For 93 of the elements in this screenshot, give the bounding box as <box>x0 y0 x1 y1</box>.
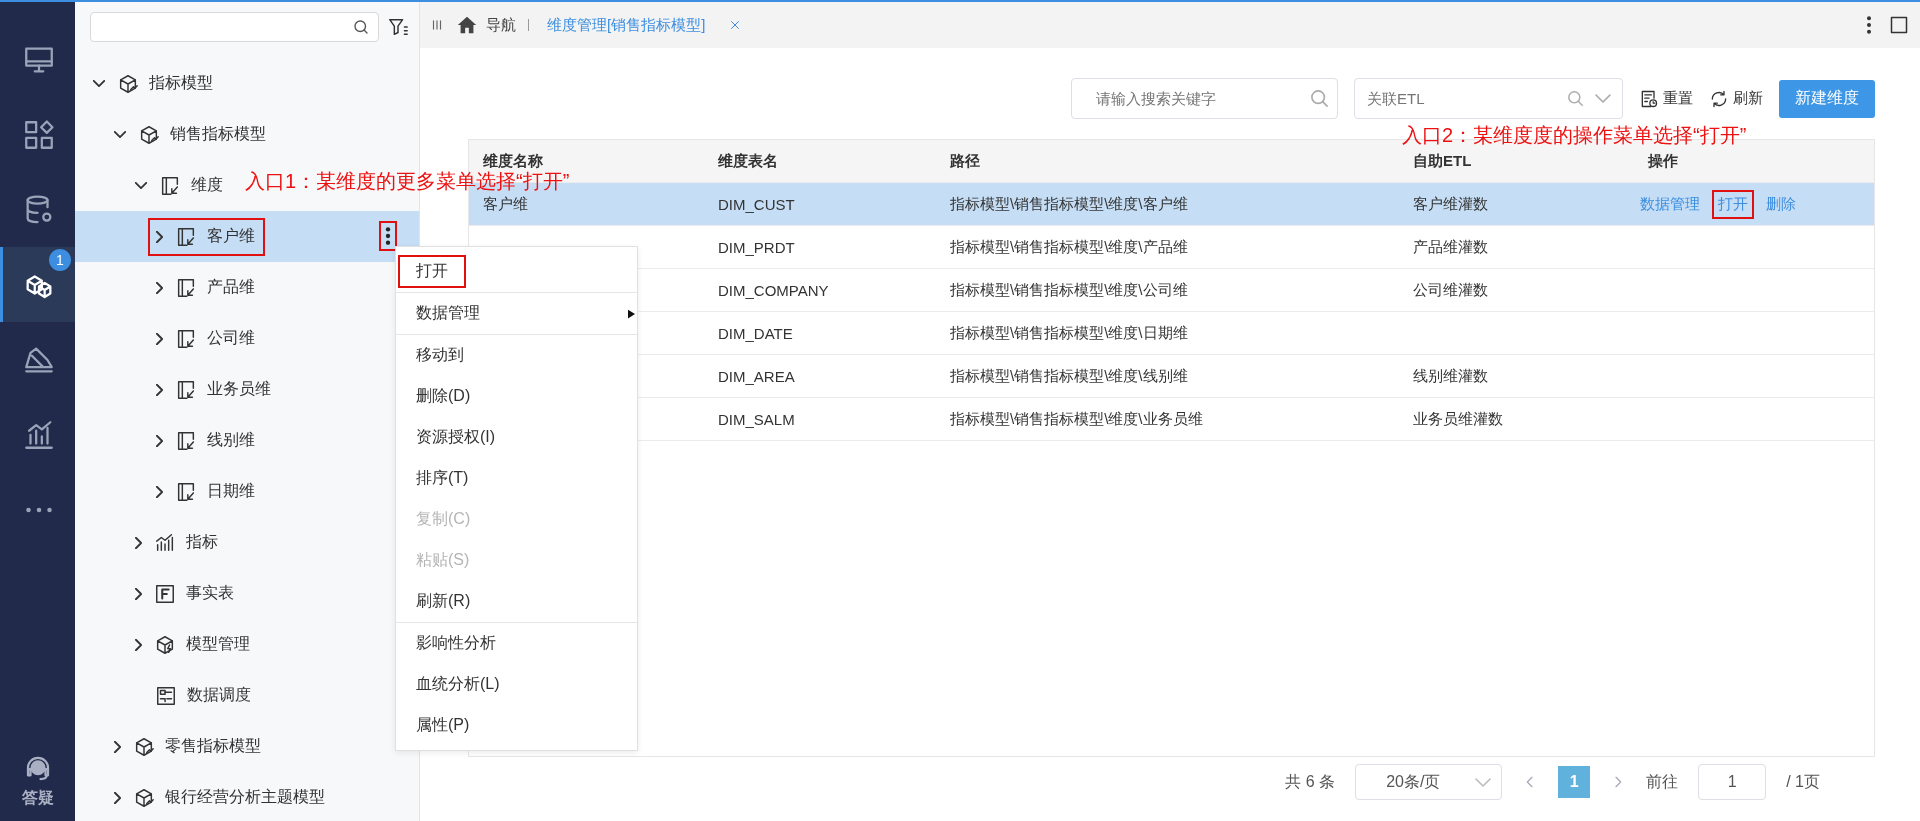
menu-item[interactable]: 资源授权(I) <box>396 417 637 458</box>
search-icon <box>352 18 370 36</box>
tree-item[interactable]: 模型管理 <box>127 625 260 664</box>
home-link[interactable]: 导航 <box>456 14 516 36</box>
search-icon <box>1311 90 1328 107</box>
apps-icon <box>22 117 56 152</box>
search-icon <box>1568 91 1583 106</box>
page-size-select[interactable]: 20条/页 <box>1355 764 1503 800</box>
menu-item[interactable]: 影响性分析 <box>396 623 637 664</box>
tree-item[interactable]: 银行经营分析主题模型 <box>106 778 335 817</box>
document-clock-icon <box>1639 88 1659 109</box>
dimension-icon <box>175 276 197 299</box>
reset-button[interactable]: 重置 <box>1639 88 1693 109</box>
table-cell-text: DIM_DATE <box>717 324 794 342</box>
menu-item[interactable]: 打开 <box>396 251 637 293</box>
filter-icon[interactable] <box>387 16 409 38</box>
tree-search-field[interactable] <box>90 12 379 42</box>
table-cell-text: 指标模型\销售指标模型\维度\线别维 <box>949 366 1189 386</box>
table-cell-text: 客户维 <box>482 194 529 214</box>
tree-item[interactable]: 零售指标模型 <box>106 727 271 766</box>
menu-item[interactable]: 排序(T) <box>396 458 637 499</box>
cube-icon <box>138 123 160 146</box>
column-header: 自助ETL <box>1412 151 1473 171</box>
more-vertical-icon <box>385 226 391 246</box>
table-cell-text: DIM_AREA <box>717 367 796 385</box>
menu-item[interactable]: 删除(D) <box>396 376 637 417</box>
tree-item[interactable]: 销售指标模型 <box>106 115 276 154</box>
tree-item[interactable]: 公司维 <box>148 319 265 358</box>
table-cell-text: 线别维灌数 <box>1412 366 1489 386</box>
table-cell-text: 客户维灌数 <box>1412 194 1489 214</box>
column-header: 操作 <box>1647 151 1679 171</box>
column-header: 路径 <box>949 151 981 171</box>
maximize-icon[interactable] <box>1890 16 1908 34</box>
table-cell-text: 产品维灌数 <box>1412 237 1489 257</box>
goto-page-field[interactable]: 1 <box>1698 764 1767 800</box>
tree-item[interactable]: 事实表 <box>127 574 244 613</box>
tree-item[interactable]: 线别维 <box>148 421 265 460</box>
table-cell-text: 指标模型\销售指标模型\维度\日期维 <box>949 323 1189 343</box>
chevron-down-icon <box>1475 777 1492 787</box>
goto-label: 前往 <box>1646 771 1679 792</box>
table-cell-text: DIM_PRDT <box>717 238 796 256</box>
tree-item[interactable]: 指标模型 <box>85 64 223 103</box>
help-label[interactable]: 答疑 <box>21 788 54 809</box>
f-icon <box>154 582 176 605</box>
refresh-button[interactable]: 刷新 <box>1709 88 1763 109</box>
cube-icon <box>117 72 139 95</box>
table-cell-text: DIM_COMPANY <box>717 281 830 299</box>
search-field[interactable]: 请输入搜索关键字 <box>1071 78 1338 119</box>
table-cell-text: 公司维灌数 <box>1412 280 1489 300</box>
menu-item[interactable]: 刷新(R) <box>396 581 637 623</box>
cube-icon <box>133 786 155 809</box>
total-pages: / 1页 <box>1786 771 1820 792</box>
table-cell-text: 指标模型\销售指标模型\维度\业务员维 <box>949 409 1204 429</box>
schedule-icon <box>155 684 177 707</box>
grip-icon[interactable] <box>430 18 444 32</box>
tree-item[interactable]: 产品维 <box>148 268 265 307</box>
close-icon[interactable] <box>729 19 742 31</box>
tree-item[interactable]: 指标 <box>127 523 228 562</box>
dimension-icon <box>159 174 181 197</box>
total-count: 共 6 条 <box>1285 771 1336 792</box>
tree-item[interactable]: 数据调度 <box>127 676 261 715</box>
dimension-icon <box>175 327 197 350</box>
more-icon <box>25 506 53 513</box>
cube-icon <box>133 735 155 758</box>
dimension-icon <box>175 429 197 452</box>
table-cell-text: 业务员维灌数 <box>1412 409 1504 429</box>
table-cell-text: 指标模型\销售指标模型\维度\客户维 <box>949 194 1189 214</box>
dimension-icon <box>175 225 197 248</box>
refresh-icon <box>1709 88 1729 109</box>
menu-item[interactable]: 数据管理 <box>396 293 637 335</box>
annotation-text: 入口2：某维度度的操作菜单选择“打开” <box>1402 123 1747 148</box>
tree-item[interactable]: 业务员维 <box>148 370 281 409</box>
table-cell-text: 指标模型\销售指标模型\维度\产品维 <box>949 237 1189 257</box>
dimension-icon <box>175 378 197 401</box>
more-vertical-icon[interactable] <box>1866 15 1872 35</box>
notification-badge: 1 <box>49 249 71 271</box>
chevron-down-icon <box>1595 94 1611 103</box>
bar-chart-icon <box>154 531 176 554</box>
home-icon <box>456 14 478 36</box>
column-header: 维度名称 <box>482 151 544 171</box>
menu-item[interactable]: 移动到 <box>396 335 637 376</box>
menu-item[interactable]: 属性(P) <box>396 705 637 746</box>
column-header: 维度表名 <box>717 151 779 171</box>
cube-bolt-icon <box>154 633 176 656</box>
table-cell-text: DIM_SALM <box>717 410 796 428</box>
tree-item[interactable]: 日期维 <box>148 472 265 511</box>
tree-item[interactable]: 维度 <box>127 166 233 205</box>
etl-select[interactable]: 关联ETL <box>1354 78 1623 119</box>
table-cell-text: 指标模型\销售指标模型\维度\公司维 <box>949 280 1189 300</box>
dimension-icon <box>175 480 197 503</box>
menu-item[interactable]: 血统分析(L) <box>396 664 637 705</box>
tree-item[interactable]: 客户维 <box>148 217 265 256</box>
table-cell-text: DIM_CUST <box>717 195 796 213</box>
